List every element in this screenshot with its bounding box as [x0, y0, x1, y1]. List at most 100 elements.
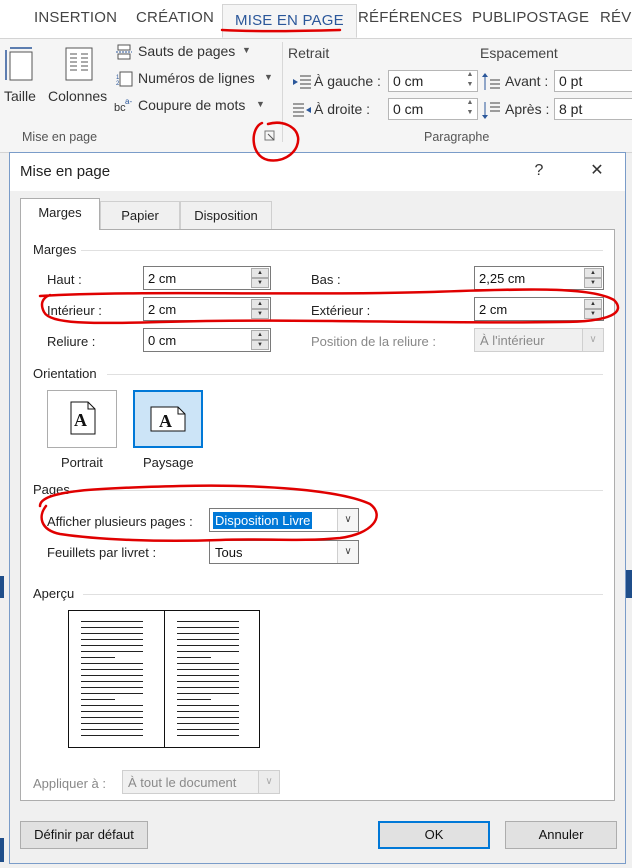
haut-input[interactable]: 2 cm ▲ ▼: [143, 266, 271, 290]
portrait-button[interactable]: A: [47, 390, 117, 448]
preview-text-line: [81, 621, 143, 622]
spin-down-icon[interactable]: ▼: [584, 309, 602, 319]
reliure-spinner[interactable]: ▲ ▼: [251, 330, 269, 350]
afficher-value: Disposition Livre: [213, 512, 313, 529]
dialog-launcher-button[interactable]: [264, 130, 276, 142]
position-reliure-value: À l'intérieur: [480, 333, 545, 348]
preview-text-line: [177, 621, 239, 622]
indent-right-spinner[interactable]: ▲ ▼: [464, 98, 476, 120]
taille-button[interactable]: Taille: [0, 44, 44, 116]
preview-text-line: [177, 675, 239, 676]
document-edge: [0, 838, 4, 862]
preview-text-line: [81, 693, 143, 694]
tab-references[interactable]: RÉFÉRENCES: [358, 9, 463, 26]
portrait-page-icon: A: [70, 401, 96, 435]
chevron-down-icon: ▼: [256, 99, 265, 109]
sauts-de-pages-button[interactable]: Sauts de pages ▼: [116, 42, 276, 62]
group-label-mise-en-page: Mise en page: [22, 130, 98, 144]
gauche-label: À gauche :: [314, 73, 381, 89]
indent-left-spinner[interactable]: ▲ ▼: [464, 70, 476, 92]
preview-text-line: [177, 681, 239, 682]
document-edge: [0, 576, 4, 598]
preview-text-line: [81, 639, 143, 640]
tab-revision[interactable]: RÉVI: [600, 9, 632, 26]
spin-down-icon[interactable]: ▼: [251, 340, 269, 350]
haut-value: 2 cm: [148, 271, 177, 286]
bas-input[interactable]: 2,25 cm ▲ ▼: [474, 266, 604, 290]
section-apercu: Aperçu: [33, 586, 75, 601]
colonnes-label: Colonnes: [48, 88, 108, 104]
exterieur-spinner[interactable]: ▲ ▼: [584, 299, 602, 319]
indent-left-icon: [293, 75, 311, 89]
spin-up-icon[interactable]: ▲: [584, 299, 602, 309]
interieur-input[interactable]: 2 cm ▲ ▼: [143, 297, 271, 321]
help-button[interactable]: ?: [524, 159, 554, 183]
tab-marges[interactable]: Marges: [20, 198, 100, 230]
chevron-down-icon[interactable]: ∨: [337, 541, 358, 563]
svg-text:a-: a-: [125, 98, 132, 106]
spin-up-icon[interactable]: ▲: [251, 299, 269, 309]
section-divider: [107, 374, 603, 375]
interieur-label: Intérieur :: [47, 303, 102, 318]
bas-spinner[interactable]: ▲ ▼: [584, 268, 602, 288]
spacing-before-value: 0 pt: [559, 73, 583, 89]
exterieur-input[interactable]: 2 cm ▲ ▼: [474, 297, 604, 321]
preview-text-line: [177, 717, 239, 718]
spacing-after-value: 8 pt: [559, 101, 583, 117]
reliure-label: Reliure :: [47, 334, 96, 349]
spin-up-icon[interactable]: ▲: [251, 268, 269, 278]
afficher-plusieurs-pages-select[interactable]: Disposition Livre ∨: [209, 508, 359, 532]
preview-text-line: [177, 663, 239, 664]
spin-up-icon[interactable]: ▲: [251, 330, 269, 340]
dialog-titlebar: Mise en page ? ✕: [10, 153, 625, 191]
spacing-after-input[interactable]: 8 pt: [554, 98, 632, 120]
numeros-de-lignes-button[interactable]: 12 Numéros de lignes ▼: [116, 69, 276, 89]
haut-spinner[interactable]: ▲ ▼: [251, 268, 269, 288]
landscape-page-icon: A: [150, 406, 186, 432]
preview-text-line: [177, 669, 239, 670]
feuillets-par-livret-select[interactable]: Tous ∨: [209, 540, 359, 564]
interieur-spinner[interactable]: ▲ ▼: [251, 299, 269, 319]
spin-down-icon[interactable]: ▼: [251, 278, 269, 288]
preview-text-line: [177, 639, 239, 640]
close-icon[interactable]: ✕: [582, 159, 612, 183]
columns-icon: [65, 47, 93, 81]
section-divider: [83, 594, 603, 595]
tab-mise-en-page[interactable]: MISE EN PAGE: [222, 4, 357, 38]
spin-down-icon[interactable]: ▼: [584, 278, 602, 288]
paysage-label: Paysage: [143, 455, 194, 470]
paysage-button[interactable]: A: [133, 390, 203, 448]
section-divider: [73, 490, 603, 491]
tab-publipostage[interactable]: PUBLIPOSTAGE: [472, 9, 589, 26]
preview-page-left: [68, 610, 165, 748]
retrait-label: Retrait: [288, 45, 330, 61]
preview-text-line: [81, 627, 143, 628]
preview-text-line: [177, 729, 239, 730]
appliquer-select: À tout le document ∨: [122, 770, 280, 794]
feuillets-value: Tous: [215, 545, 243, 560]
colonnes-button[interactable]: Colonnes: [46, 44, 112, 116]
preview-text-line: [177, 645, 239, 646]
coupure-de-mots-button[interactable]: bc a- Coupure de mots ▼: [114, 96, 274, 116]
spin-down-icon[interactable]: ▼: [251, 309, 269, 319]
preview-text-line: [177, 711, 239, 712]
preview-text-line: [177, 705, 239, 706]
preview-text-line: [81, 705, 143, 706]
chevron-down-icon: ▼: [264, 72, 273, 82]
preview-text-line: [81, 663, 143, 664]
tab-creation[interactable]: CRÉATION: [136, 9, 214, 26]
tab-papier[interactable]: Papier: [100, 201, 180, 229]
ok-button[interactable]: OK: [378, 821, 490, 849]
definir-par-defaut-button[interactable]: Définir par défaut: [20, 821, 148, 849]
annuler-button[interactable]: Annuler: [505, 821, 617, 849]
tab-insertion[interactable]: INSERTION: [34, 9, 117, 26]
page-setup-dialog: Mise en page ? ✕ Marges Papier Dispositi…: [9, 152, 626, 864]
tab-disposition[interactable]: Disposition: [180, 201, 272, 229]
preview-text-line: [177, 735, 239, 736]
chevron-down-icon[interactable]: ∨: [337, 509, 358, 531]
exterieur-value: 2 cm: [479, 302, 508, 317]
reliure-input[interactable]: 0 cm ▲ ▼: [143, 328, 271, 352]
spin-up-icon[interactable]: ▲: [584, 268, 602, 278]
preview-text-line: [177, 651, 239, 652]
spacing-before-input[interactable]: 0 pt: [554, 70, 632, 92]
